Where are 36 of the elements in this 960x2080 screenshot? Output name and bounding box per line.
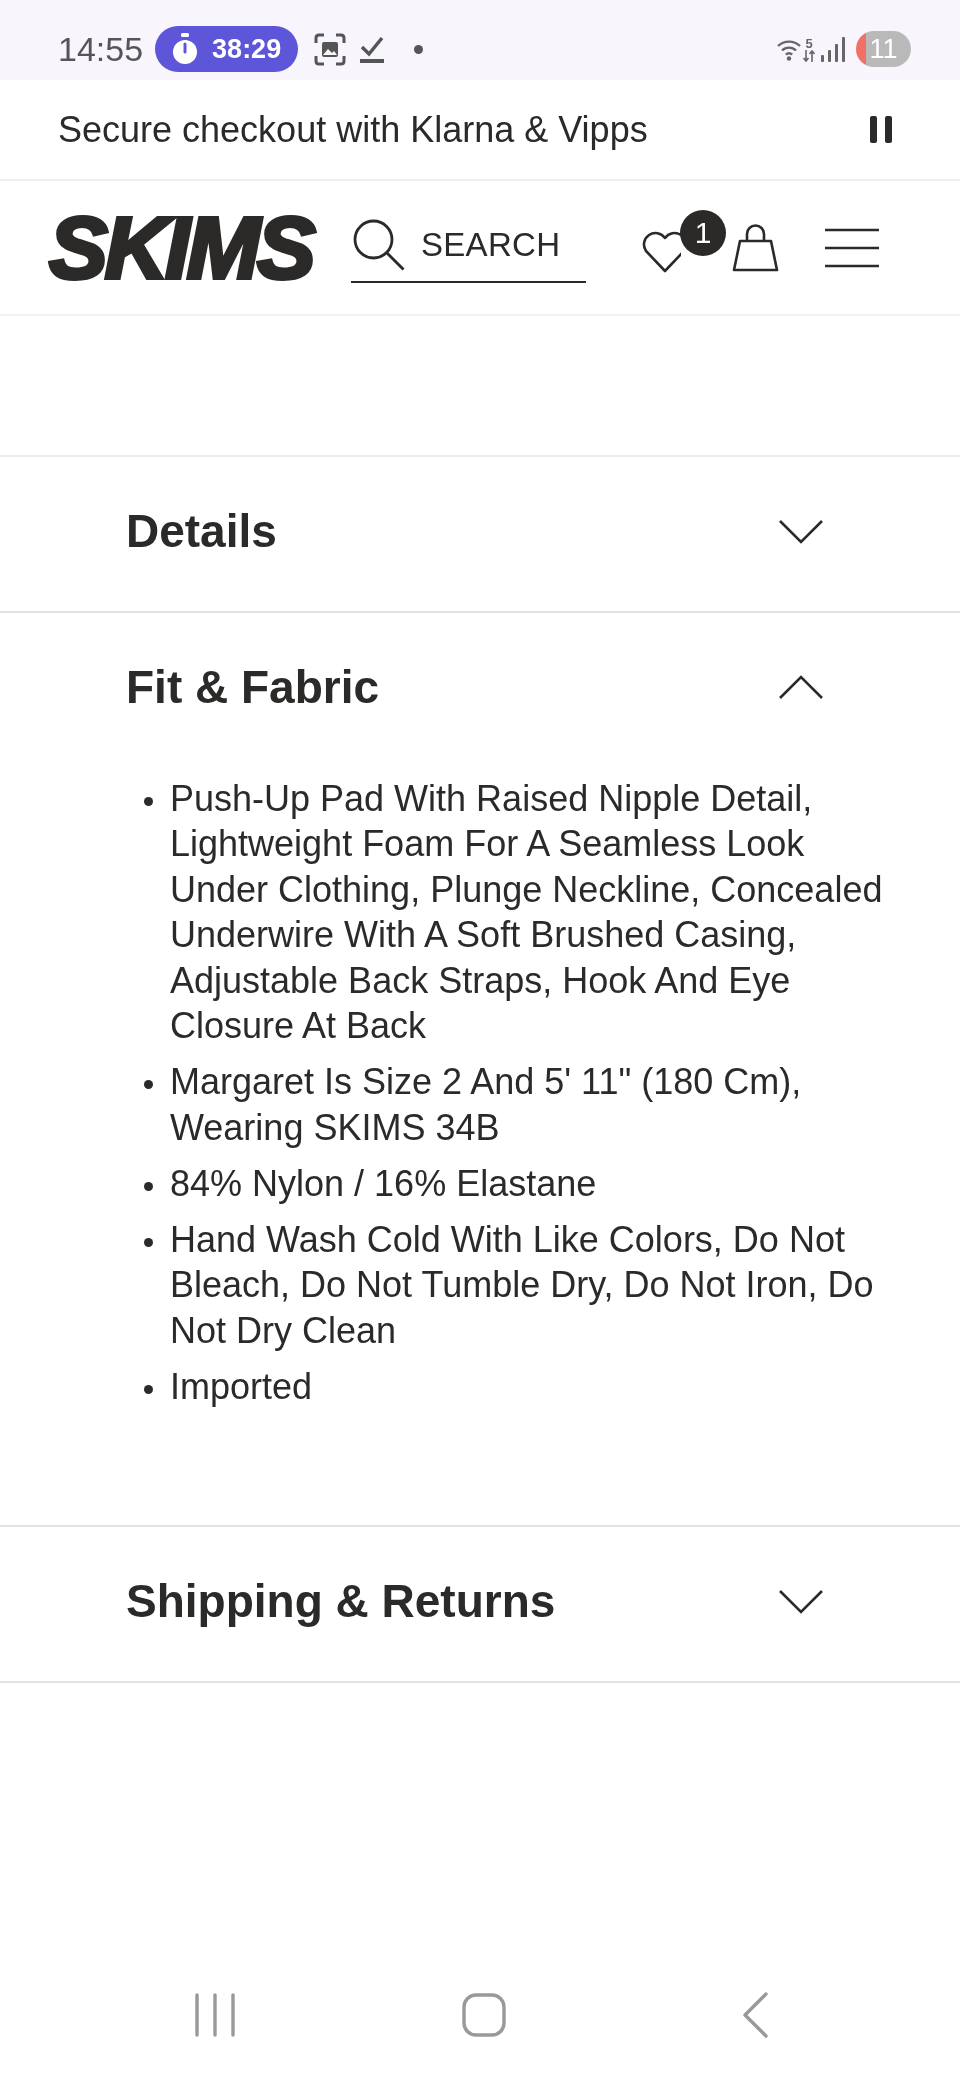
- timer-text: 38:29: [212, 35, 282, 63]
- bullet-icon: [144, 1384, 153, 1394]
- status-time: 14:55: [58, 32, 144, 66]
- bullet-icon: [144, 1181, 153, 1191]
- menu-icon[interactable]: [825, 227, 879, 268]
- screenshot-icon: [314, 32, 347, 66]
- list-item-text: Hand Wash Cold With Like Colors, Do Not Bleach, Do Not Tumble Dry, Do Not Iron, Do Not Dry Clean: [170, 1217, 875, 1353]
- wifi-band-text: 5: [805, 36, 813, 50]
- bullet-icon: [144, 797, 153, 806]
- search-button[interactable]: SEARCH: [351, 212, 586, 283]
- data-transfer-icon: [803, 49, 815, 62]
- promo-text: Secure checkout with Klarna & Vipps: [58, 107, 648, 152]
- list-item-text: Imported: [170, 1364, 314, 1409]
- search-icon: [353, 218, 405, 271]
- stopwatch-icon: [172, 33, 199, 65]
- timer-chip[interactable]: 38:29: [155, 26, 299, 72]
- list-item-text: Push-Up Pad With Raised Nipple Detail, Lightweight Foam For A Seamless Look Under Clothing, Plunge Neckline, Concealed Underwire With A Soft Brushed Casing, Adjustable Back Straps, Hook And Eye Closure At Back: [170, 777, 884, 1049]
- download-done-icon: [359, 35, 386, 63]
- list-item-text: Margaret Is Size 2 And 5' 11" (180 Cm), Wearing SKIMS 34B: [170, 1060, 803, 1150]
- wifi-icon: [776, 37, 802, 61]
- accordion-header[interactable]: Shipping & Returns: [0, 1527, 960, 1682]
- home-icon[interactable]: [462, 1993, 506, 2037]
- back-icon[interactable]: [742, 1992, 768, 2038]
- notification-dot-icon: [414, 44, 424, 54]
- signal-icon: [821, 36, 845, 62]
- battery-text: 11: [869, 35, 898, 63]
- wishlist-count-badge: 1: [680, 209, 726, 256]
- accordion-header[interactable]: Details: [0, 457, 960, 611]
- brand-logo[interactable]: SKIMS: [45, 203, 325, 292]
- shopping-bag-icon[interactable]: [732, 223, 779, 272]
- pause-icon[interactable]: [870, 116, 892, 143]
- list-item-text: 84% Nylon / 16% Elastane: [170, 1161, 598, 1206]
- accordion-header[interactable]: Fit & Fabric: [0, 613, 960, 767]
- bullet-icon: [144, 1080, 153, 1090]
- bullet-icon: [144, 1237, 153, 1247]
- recent-apps-icon[interactable]: [195, 1993, 235, 2037]
